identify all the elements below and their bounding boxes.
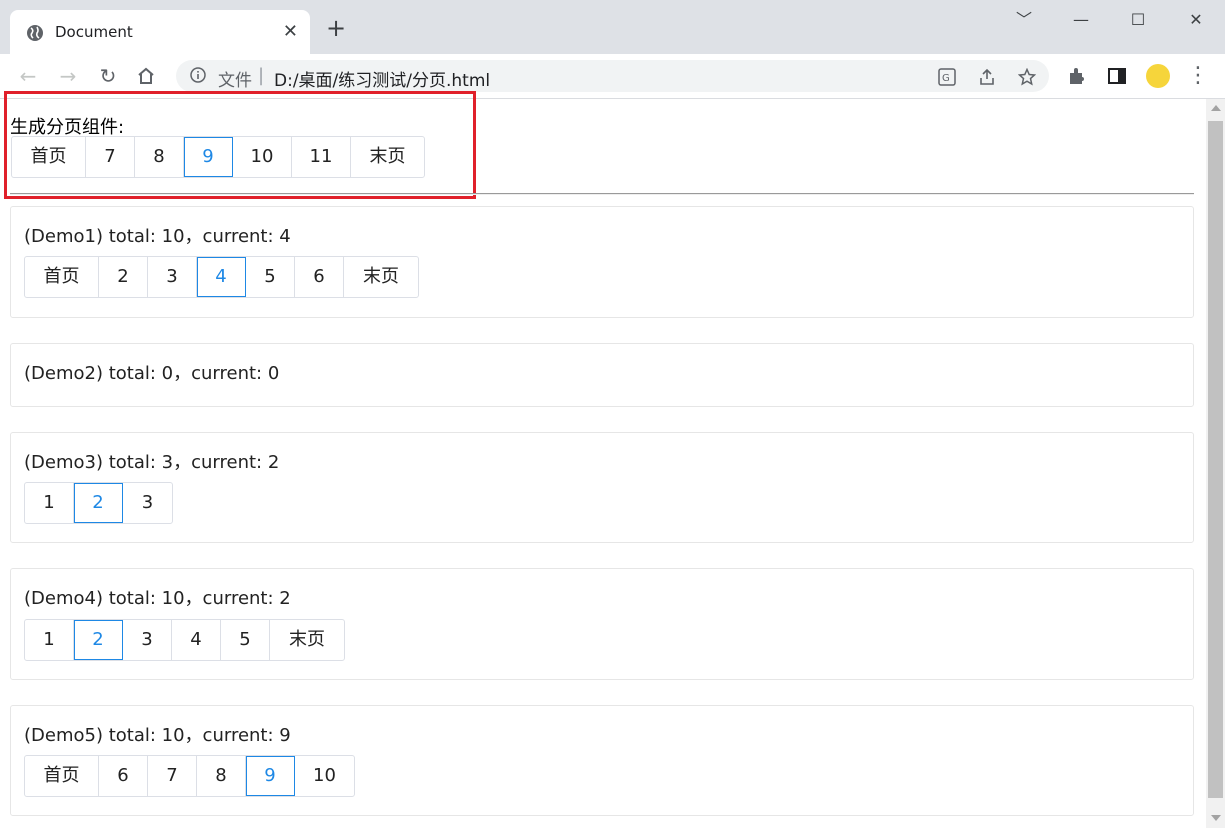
page-button-current[interactable]: 9: [184, 137, 233, 177]
globe-icon: [27, 25, 43, 41]
profile-avatar[interactable]: [1146, 64, 1170, 88]
page-button-current[interactable]: 2: [74, 483, 123, 523]
browser-tab[interactable]: Document ✕: [10, 10, 310, 54]
vertical-scrollbar[interactable]: [1206, 99, 1225, 828]
minimize-icon[interactable]: —: [1063, 8, 1099, 32]
demo-pagination: 首页 2 3 4 5 6 末页: [24, 256, 419, 298]
demo-title: (Demo5) total: 10，current: 9: [24, 725, 291, 746]
forward-icon[interactable]: →: [56, 64, 80, 88]
demo-title: (Demo3) total: 3，current: 2: [24, 452, 280, 473]
page-button-last[interactable]: 末页: [270, 620, 344, 660]
page-button[interactable]: 10: [233, 137, 292, 177]
page-button[interactable]: 5: [221, 620, 270, 660]
home-icon[interactable]: [136, 66, 156, 86]
page-button-current[interactable]: 4: [197, 257, 246, 297]
scrollbar-thumb[interactable]: [1208, 121, 1223, 798]
demo-pagination: 1 2 3 4 5 末页: [24, 619, 345, 661]
info-icon[interactable]: [190, 67, 206, 83]
extensions-icon[interactable]: [1067, 66, 1087, 86]
page-button-current[interactable]: 9: [246, 756, 295, 796]
page-button-first[interactable]: 首页: [25, 257, 99, 297]
demo-card: (Demo1) total: 10，current: 4 首页 2 3 4 5 …: [10, 206, 1194, 318]
demo-title: (Demo1) total: 10，current: 4: [24, 226, 291, 247]
translate-icon[interactable]: G: [938, 68, 956, 86]
page-button[interactable]: 2: [99, 257, 148, 297]
page-button[interactable]: 1: [25, 483, 74, 523]
scroll-up-icon[interactable]: [1211, 105, 1221, 111]
page-button[interactable]: 11: [292, 137, 351, 177]
new-tab-button[interactable]: +: [326, 16, 346, 40]
svg-text:G: G: [942, 73, 950, 84]
page-button-last[interactable]: 末页: [344, 257, 418, 297]
tab-title: Document: [55, 23, 133, 41]
demo-title: (Demo2) total: 0，current: 0: [24, 363, 280, 384]
demo-pagination: 首页 6 7 8 9 10: [24, 755, 355, 797]
share-icon[interactable]: [978, 68, 996, 86]
more-menu-icon[interactable]: ⋮: [1186, 64, 1210, 88]
page-button[interactable]: 3: [123, 483, 172, 523]
protocol-label: 文件: [218, 71, 252, 91]
back-icon[interactable]: ←: [16, 64, 40, 88]
address-bar[interactable]: 文件 | D:/桌面/练习测试/分页.html G: [176, 60, 1049, 92]
demo-card: (Demo4) total: 10，current: 2 1 2 3 4 5 末…: [10, 568, 1194, 680]
omnibox-separator: |: [258, 65, 265, 86]
divider: [10, 193, 1194, 195]
bookmark-star-icon[interactable]: [1018, 68, 1036, 86]
demo-card: (Demo5) total: 10，current: 9 首页 6 7 8 9 …: [10, 705, 1194, 816]
page-content: 生成分页组件: 首页 7 8 9 10 11 末页 (Demo1) total:…: [0, 91, 1206, 828]
page-button[interactable]: 7: [86, 137, 135, 177]
demo-card: (Demo3) total: 3，current: 2 1 2 3: [10, 432, 1194, 543]
page-button[interactable]: 10: [295, 756, 354, 796]
page-button[interactable]: 5: [246, 257, 295, 297]
page-button[interactable]: 3: [123, 620, 172, 660]
tab-search-icon[interactable]: ﹀: [1006, 8, 1042, 32]
browser-titlebar: Document ✕ + ﹀ — ☐ ✕: [0, 0, 1225, 54]
demo-title: (Demo4) total: 10，current: 2: [24, 588, 291, 609]
side-panel-icon[interactable]: [1107, 66, 1127, 86]
page-button[interactable]: 8: [135, 137, 184, 177]
page-button[interactable]: 8: [197, 756, 246, 796]
page-button[interactable]: 7: [148, 756, 197, 796]
page-button-current[interactable]: 2: [74, 620, 123, 660]
page-button[interactable]: 6: [99, 756, 148, 796]
page-button-first[interactable]: 首页: [25, 756, 99, 796]
maximize-icon[interactable]: ☐: [1120, 8, 1156, 32]
page-button[interactable]: 1: [25, 620, 74, 660]
page-button[interactable]: 6: [295, 257, 344, 297]
url-text[interactable]: D:/桌面/练习测试/分页.html: [274, 66, 490, 91]
close-window-icon[interactable]: ✕: [1178, 8, 1214, 32]
page-button-first[interactable]: 首页: [12, 137, 86, 177]
scroll-down-icon[interactable]: [1211, 815, 1221, 821]
demo-pagination: 1 2 3: [24, 482, 173, 524]
reload-icon[interactable]: ↻: [96, 64, 120, 88]
page-button[interactable]: 3: [148, 257, 197, 297]
demo-card: (Demo2) total: 0，current: 0: [10, 343, 1194, 407]
page-button-last[interactable]: 末页: [351, 137, 424, 177]
page-button[interactable]: 4: [172, 620, 221, 660]
close-tab-icon[interactable]: ✕: [283, 21, 298, 42]
top-pagination: 首页 7 8 9 10 11 末页: [11, 136, 425, 178]
